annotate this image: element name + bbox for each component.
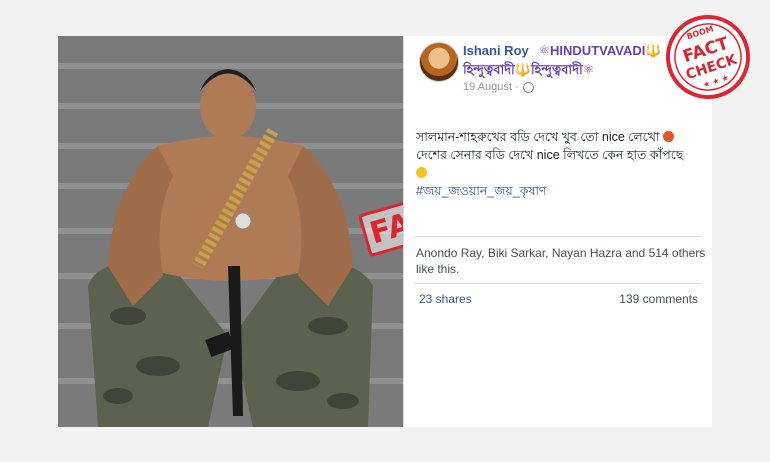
post-meta: 19 August · [463, 81, 534, 93]
post-text-line1: সালমান-শাহরুখের বডি দেখে খুব তো nice লেখ… [416, 130, 660, 144]
globe-icon [522, 81, 534, 93]
avatar[interactable] [419, 42, 459, 82]
comments-count[interactable]: 139 comments [619, 292, 698, 306]
post-text-line2: দেশের সেনার বডি দেখে nice লিখতে কেন হাত … [416, 148, 684, 162]
post-photo[interactable] [58, 36, 403, 427]
post-date[interactable]: 19 August · [463, 81, 519, 93]
author-tag: ⚛HINDUTVAVADI🔱 [538, 43, 662, 58]
post-author[interactable]: Ishani Roy ⚛HINDUTVAVADI🔱 [463, 43, 662, 59]
post-text: সালমান-শাহরুখের বডি দেখে খুব তো nice লেখ… [416, 128, 706, 200]
fact-check-badge: BOOM FACT CHECK ★ ★ ★ [666, 15, 750, 99]
angry-emoji-icon [663, 131, 675, 142]
post-hashtag[interactable]: #জয়_জওয়ান_জয়_কৃষাণ [416, 184, 547, 198]
divider [414, 283, 702, 284]
author-subtitle: হিন্দুত্ববাদী🔱হিন্দুত্ববাদী⚛ [463, 62, 595, 77]
shares-count[interactable]: 23 shares [419, 292, 472, 306]
thinking-emoji-icon [416, 167, 427, 178]
divider [414, 236, 702, 237]
author-name[interactable]: Ishani Roy [463, 43, 529, 58]
soldier-photo-illustration [58, 36, 403, 427]
likes-summary[interactable]: Anondo Ray, Biki Sarkar, Nayan Hazra and… [416, 245, 706, 277]
